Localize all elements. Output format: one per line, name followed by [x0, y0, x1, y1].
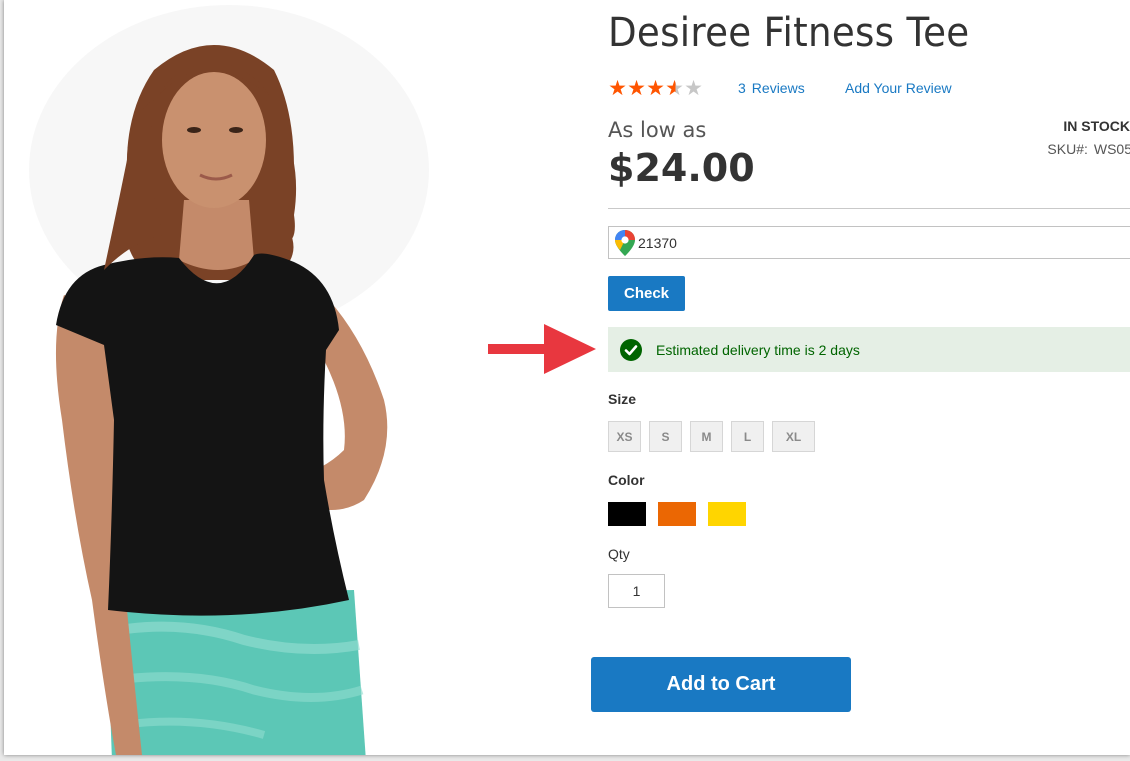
star-empty-icon: ★ — [684, 77, 703, 100]
zip-code-input[interactable] — [636, 234, 1038, 251]
price: $24.00 — [608, 146, 755, 190]
color-swatch-orange[interactable] — [658, 502, 696, 526]
sku-value: WS05 — [1093, 141, 1130, 157]
size-option-xl[interactable]: XL — [772, 421, 815, 452]
size-option-l[interactable]: L — [731, 421, 764, 452]
qty-input[interactable] — [608, 574, 665, 608]
add-to-cart-button[interactable]: Add to Cart — [591, 657, 851, 712]
star-icon: ★ — [608, 77, 627, 100]
size-option-xs[interactable]: XS — [608, 421, 641, 452]
check-circle-icon — [620, 338, 642, 361]
product-page: Desiree Fitness Tee ★ ★ ★ ★ ★ 3 Reviews A… — [4, 0, 1130, 755]
product-title: Desiree Fitness Tee — [608, 10, 970, 56]
size-option-m[interactable]: M — [690, 421, 723, 452]
sku: SKU#: WS05 — [1047, 141, 1130, 157]
price-prefix: As low as — [608, 118, 707, 142]
reviews-label: Reviews — [751, 80, 805, 96]
reviews-count: 3 — [738, 80, 746, 96]
product-photo — [4, 0, 474, 755]
map-pin-icon — [614, 229, 636, 257]
divider — [608, 208, 1130, 209]
star-icon: ★ — [646, 77, 665, 100]
color-swatch-yellow[interactable] — [708, 502, 746, 526]
product-info: Desiree Fitness Tee ★ ★ ★ ★ ★ 3 Reviews A… — [591, 0, 1130, 755]
rating-summary: ★ ★ ★ ★ ★ 3 Reviews Add Your Review — [608, 77, 952, 100]
qty-label: Qty — [608, 546, 630, 562]
delivery-message: Estimated delivery time is 2 days — [608, 327, 1130, 372]
color-options — [608, 502, 746, 526]
red-arrow-icon — [486, 322, 598, 376]
color-label: Color — [608, 472, 645, 488]
add-review-link[interactable]: Add Your Review — [845, 80, 952, 96]
zip-code-field[interactable] — [608, 226, 1130, 259]
size-option-s[interactable]: S — [649, 421, 682, 452]
delivery-message-text: Estimated delivery time is 2 days — [656, 341, 860, 358]
sku-label: SKU#: — [1047, 141, 1088, 157]
reviews-link[interactable]: 3 Reviews — [738, 80, 805, 96]
stock-status: IN STOCK — [1063, 118, 1130, 134]
star-half-icon: ★ — [665, 77, 684, 100]
size-label: Size — [608, 391, 637, 407]
color-swatch-black[interactable] — [608, 502, 646, 526]
size-options: XS S M L XL — [608, 421, 815, 452]
star-icon: ★ — [627, 77, 646, 100]
rating-stars: ★ ★ ★ ★ ★ — [608, 77, 703, 100]
check-button[interactable]: Check — [608, 276, 685, 311]
